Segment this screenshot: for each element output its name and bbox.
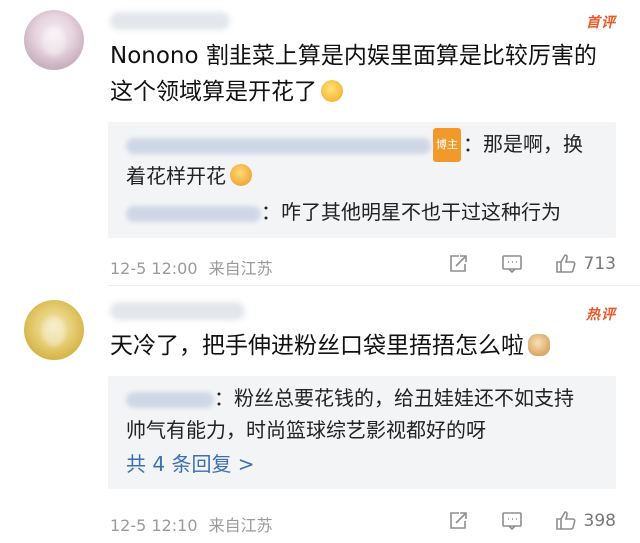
like-button[interactable]: 398 [554,509,616,533]
timestamp: 12-5 12:10 [110,516,198,535]
comment-icon [501,512,522,531]
comment-text: 天冷了，把手伸进粉丝口袋里捂捂怎么啦 [110,328,550,364]
comment-actions: 398 [416,506,616,536]
crying-emoji-icon [321,80,343,102]
comment-text-line-1: 天冷了，把手伸进粉丝口袋里捂捂怎么啦 [110,328,550,364]
reply-1-line-1[interactable]: ：粉丝总要花钱的，给丑娃娃还不如支持 [126,382,574,414]
comment-text-line-1: Nonono 割韭菜上算是内娱里面算是比较厉害的 [110,43,597,69]
reply-1-line-2[interactable]: 着花样开花 [126,160,252,192]
share-icon [449,255,467,272]
comment-actions: 713 [416,249,616,279]
hot-comment-badge: 热评 [586,307,616,323]
share-button[interactable] [446,509,470,533]
reply-author-blurred[interactable] [126,137,431,154]
comment-text: Nonono 割韭菜上算是内娱里面算是比较厉害的 这个领域算是开花了 [110,38,597,110]
location: 来自江苏 [208,259,273,278]
avatar[interactable] [24,10,84,70]
reply-box[interactable]: ：粉丝总要花钱的，给丑娃娃还不如支持 帅气有能力，时尚篮球综艺影视都好的呀 共 … [108,376,616,489]
reply-author-blurred[interactable] [126,391,214,408]
reply-author-blurred[interactable] [126,205,261,222]
thumbs-up-icon [555,254,576,273]
like-count: 713 [583,254,616,274]
timestamp: 12-5 12:00 [110,259,198,278]
location: 来自江苏 [208,516,273,535]
reply-button[interactable] [500,252,524,276]
shy-emoji-icon [230,164,252,186]
like-count: 398 [583,511,616,531]
comment-1: 首评 Nonono 割韭菜上算是内娱里面算是比较厉害的 这个领域算是开花了 博主… [0,0,640,290]
reply-2-line-1[interactable]: ：咋了其他明星不也干过这种行为 [126,196,561,228]
reply-box[interactable]: 博主 ：那是啊，换 着花样开花 ：咋了其他明星不也干过这种行为 [108,122,616,238]
comment-meta: 12-5 12:10 来自江苏 [110,512,273,536]
reply-1-line-1[interactable]: 博主 ：那是啊，换 [126,128,583,162]
like-button[interactable]: 713 [554,252,616,276]
thumbs-up-icon [555,511,576,530]
doge-emoji-icon [528,334,550,356]
reply-1-line-2[interactable]: 帅气有能力，时尚篮球综艺影视都好的呀 [126,414,486,446]
first-comment-badge: 首评 [586,15,616,31]
username-blurred[interactable] [110,302,245,320]
divider [108,285,640,286]
comment-icon [501,255,522,274]
username-blurred[interactable] [110,12,230,30]
comment-2: 热评 天冷了，把手伸进粉丝口袋里捂捂怎么啦 ：粉丝总要花钱的，给丑娃娃还不如支持… [0,290,640,543]
comment-meta: 12-5 12:00 来自江苏 [110,255,273,279]
comment-text-line-2: 这个领域算是开花了 [110,74,597,110]
blogger-badge: 博主 [433,128,461,162]
avatar[interactable] [24,300,84,360]
reply-button[interactable] [500,509,524,533]
share-button[interactable] [446,252,470,276]
share-icon [449,512,467,529]
more-replies-link[interactable]: 共 4 条回复 > [126,448,255,477]
